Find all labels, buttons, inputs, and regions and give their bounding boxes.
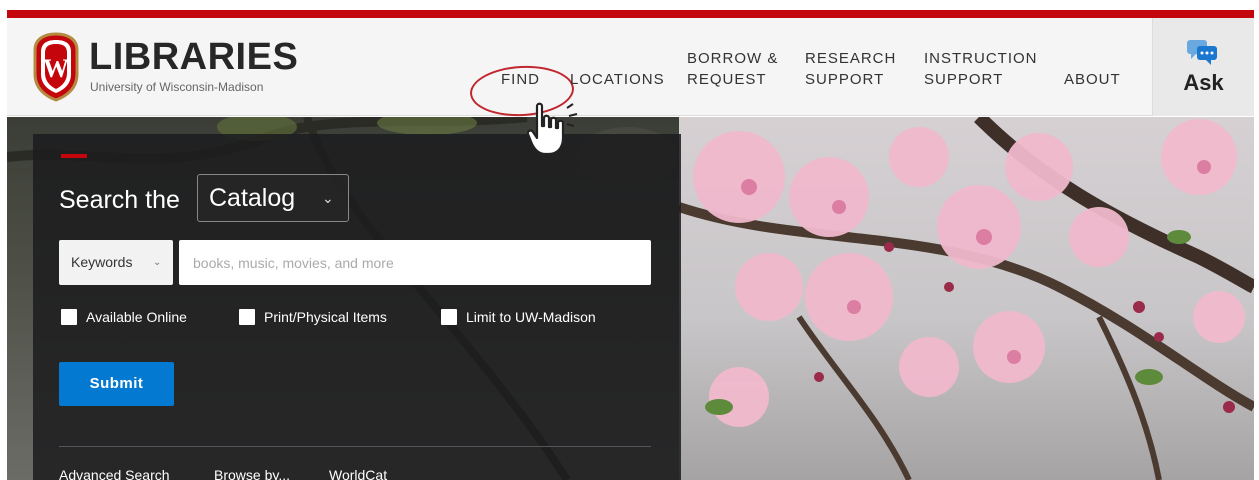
hero-cherry-blossom-image [677,117,1254,480]
nav-instruction-line1: INSTRUCTION [924,50,1038,67]
chevron-down-icon: ⌄ [322,190,334,206]
nav-research-line2: SUPPORT [805,71,885,88]
nav-borrow-line2: REQUEST [687,71,767,88]
search-input[interactable] [179,240,651,285]
worldcat-link[interactable]: WorldCat [329,467,387,480]
nav-borrow-request[interactable]: BORROW & REQUEST [687,48,778,90]
checkbox-limit-uw-madison[interactable]: Limit to UW-Madison [441,309,596,325]
checkbox-label: Limit to UW-Madison [466,309,596,325]
submit-button[interactable]: Submit [59,362,174,406]
ask-label: Ask [1183,70,1224,95]
hand-pointer-cursor-icon [527,102,578,156]
catalog-search-panel: Search the Catalog ⌄ Keywords ⌄ Availabl… [33,134,681,480]
checkbox-label: Print/Physical Items [264,309,387,325]
checkbox-box[interactable] [61,309,77,325]
hero-section: Search the Catalog ⌄ Keywords ⌄ Availabl… [7,117,1254,480]
nav-find[interactable]: FIND [501,69,540,90]
nav-research-support[interactable]: RESEARCH SUPPORT [805,48,896,90]
search-scope-select[interactable]: Catalog ⌄ [197,174,349,222]
nav-about[interactable]: ABOUT [1064,69,1121,90]
svg-text:W: W [43,54,69,83]
page: W LIBRARIES University of Wisconsin-Madi… [0,0,1259,480]
panel-accent-bar [61,154,87,158]
search-title: Search the [59,186,180,214]
site-header: W LIBRARIES University of Wisconsin-Madi… [7,18,1254,119]
search-scope-value: Catalog [209,184,296,212]
search-field-select[interactable]: Keywords ⌄ [59,240,173,285]
cherry-blossom-illustration [677,117,1254,480]
chevron-down-icon: ⌄ [153,257,162,268]
nav-locations[interactable]: LOCATIONS [570,69,665,90]
checkbox-box[interactable] [441,309,457,325]
checkbox-box[interactable] [239,309,255,325]
top-red-bar [7,10,1254,18]
browse-by-link[interactable]: Browse by... [214,467,290,480]
panel-divider [59,446,651,447]
uw-crest-icon: W [33,32,79,102]
logo-title: LIBRARIES [89,36,299,78]
ask-button[interactable]: Ask [1152,18,1254,116]
chat-bubbles-icon [1187,40,1217,65]
search-field-value: Keywords [71,254,133,270]
nav-instruction-support[interactable]: INSTRUCTION SUPPORT [924,48,1038,90]
checkbox-print-physical[interactable]: Print/Physical Items [239,309,387,325]
logo-subtitle: University of Wisconsin-Madison [90,80,264,94]
nav-instruction-line2: SUPPORT [924,71,1004,88]
nav-borrow-line1: BORROW & [687,50,779,67]
libraries-logo[interactable]: W LIBRARIES University of Wisconsin-Madi… [31,32,298,102]
nav-research-line1: RESEARCH [805,50,897,67]
checkbox-label: Available Online [86,309,187,325]
advanced-search-link[interactable]: Advanced Search [59,467,170,480]
checkbox-available-online[interactable]: Available Online [61,309,187,325]
